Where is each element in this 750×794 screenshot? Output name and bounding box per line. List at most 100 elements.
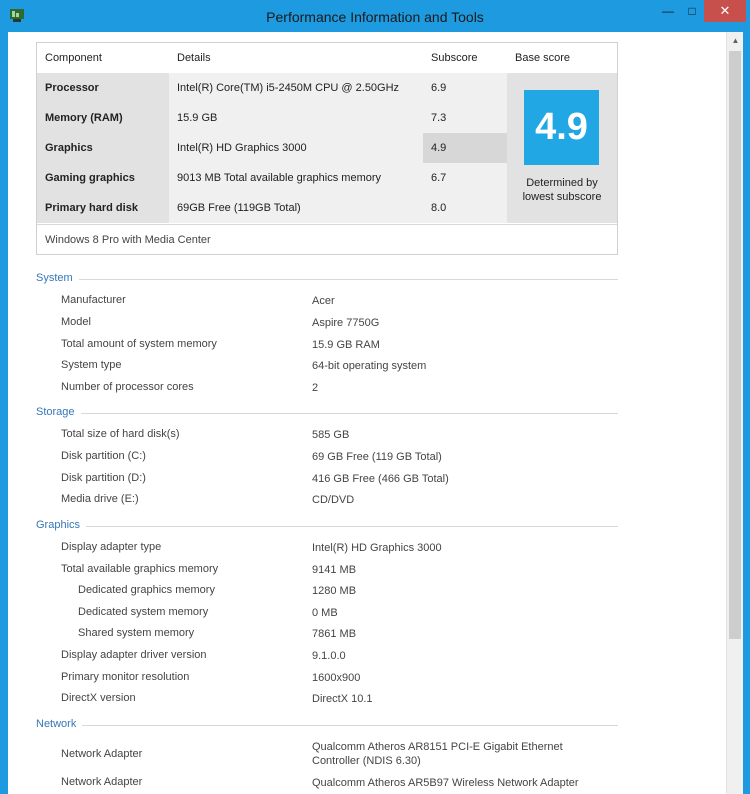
component-details: Intel(R) HD Graphics 3000 <box>169 133 423 163</box>
component-name: Gaming graphics <box>37 163 169 193</box>
property-value: 1600x900 <box>312 672 361 684</box>
property-value: 1280 MB <box>312 585 357 597</box>
content-pane: Component Details Subscore Base score Pr… <box>8 32 726 794</box>
component-subscore-lowest: 4.9 <box>423 133 507 163</box>
property-value: DirectX 10.1 <box>312 693 373 705</box>
property-label: Total available graphics memory <box>61 563 219 575</box>
component-subscore: 6.7 <box>423 163 507 193</box>
minimize-button[interactable]: — <box>656 0 680 22</box>
property-row: Number of processor cores 2 <box>8 378 726 398</box>
property-label: Display adapter driver version <box>61 649 207 661</box>
property-value: Acer <box>312 295 335 307</box>
section-divider <box>36 413 618 414</box>
score-row-processor: Processor Intel(R) Core(TM) i5-2450M CPU… <box>37 73 507 103</box>
base-score-panel: 4.9 Determined by lowest subscore <box>507 73 617 223</box>
close-button[interactable]: ✕ <box>704 0 746 22</box>
property-row: Total amount of system memory 15.9 GB RA… <box>8 335 726 355</box>
property-label: DirectX version <box>61 692 136 704</box>
scroll-up-arrow-icon[interactable]: ▲ <box>727 32 744 49</box>
property-row: Display adapter type Intel(R) HD Graphic… <box>8 538 726 558</box>
property-label: Dedicated graphics memory <box>78 584 215 596</box>
property-row: Total available graphics memory 9141 MB <box>8 560 726 580</box>
property-row: Shared system memory 7861 MB <box>8 624 726 644</box>
property-value: CD/DVD <box>312 494 355 506</box>
property-label: Disk partition (D:) <box>61 472 146 484</box>
component-name: Graphics <box>37 133 169 163</box>
property-row: Disk partition (C:) 69 GB Free (119 GB T… <box>8 447 726 467</box>
property-row: Manufacturer Acer <box>8 291 726 311</box>
section-title: Storage <box>36 406 81 418</box>
property-label: Network Adapter <box>61 776 143 788</box>
component-name: Processor <box>37 73 169 103</box>
property-label: Total amount of system memory <box>61 338 217 350</box>
property-label: Network Adapter <box>61 748 143 760</box>
component-subscore: 7.3 <box>423 103 507 133</box>
property-label: Manufacturer <box>61 294 126 306</box>
property-value: 9.1.0.0 <box>312 650 346 662</box>
property-value: Intel(R) HD Graphics 3000 <box>312 542 442 554</box>
component-details: 69GB Free (119GB Total) <box>169 193 423 223</box>
section-divider <box>36 526 618 527</box>
property-label: Primary monitor resolution <box>61 671 190 683</box>
vertical-scrollbar[interactable]: ▲ <box>726 32 743 794</box>
score-row-memory: Memory (RAM) 15.9 GB 7.3 <box>37 103 507 133</box>
component-subscore: 8.0 <box>423 193 507 223</box>
property-label: Media drive (E:) <box>61 493 139 505</box>
property-row: Total size of hard disk(s) 585 GB <box>8 425 726 445</box>
score-row-graphics: Graphics Intel(R) HD Graphics 3000 4.9 <box>37 133 507 163</box>
section-divider <box>36 279 618 280</box>
property-value: 9141 MB <box>312 564 357 576</box>
property-value: 64-bit operating system <box>312 360 427 372</box>
property-value-line2: Controller (NDIS 6.30) <box>312 755 421 767</box>
property-row: Dedicated system memory 0 MB <box>8 603 726 623</box>
base-score-note-line2: lowest subscore <box>522 191 602 203</box>
property-label: Disk partition (C:) <box>61 450 146 462</box>
property-value: 0 MB <box>312 607 338 619</box>
property-value: Aspire 7750G <box>312 317 380 329</box>
component-name: Memory (RAM) <box>37 103 169 133</box>
property-row: System type 64-bit operating system <box>8 356 726 376</box>
property-label: Display adapter type <box>61 541 162 553</box>
section-header-storage: Storage <box>36 406 618 420</box>
property-label: Model <box>61 316 91 328</box>
maximize-button[interactable]: □ <box>680 0 704 22</box>
property-value: 69 GB Free (119 GB Total) <box>312 451 442 463</box>
score-row-gaming-graphics: Gaming graphics 9013 MB Total available … <box>37 163 507 193</box>
window-border <box>743 32 750 794</box>
property-row: Network Adapter Qualcomm Atheros AR5B97 … <box>8 773 726 793</box>
window-title: Performance Information and Tools <box>266 9 484 25</box>
property-row: DirectX version DirectX 10.1 <box>8 689 726 709</box>
header-component: Component <box>45 52 102 64</box>
section-title: Network <box>36 718 83 730</box>
score-row-hard-disk: Primary hard disk 69GB Free (119GB Total… <box>37 193 507 223</box>
property-label: System type <box>61 359 122 371</box>
component-name: Primary hard disk <box>37 193 169 223</box>
section-header-network: Network <box>36 718 618 732</box>
title-bar[interactable]: Performance Information and Tools — □ ✕ <box>0 0 750 32</box>
windows-edition: Windows 8 Pro with Media Center <box>37 224 617 255</box>
component-subscore: 6.9 <box>423 73 507 103</box>
score-table: Component Details Subscore Base score Pr… <box>36 42 618 255</box>
property-value: Qualcomm Atheros AR5B97 Wireless Network… <box>312 777 579 789</box>
section-title: System <box>36 272 79 284</box>
property-label: Shared system memory <box>78 627 195 639</box>
property-value: 7861 MB <box>312 628 357 640</box>
property-value: Qualcomm Atheros AR8151 PCI-E Gigabit Et… <box>312 740 582 768</box>
property-value: 585 GB <box>312 429 350 441</box>
property-row: Media drive (E:) CD/DVD <box>8 490 726 510</box>
scroll-thumb[interactable] <box>729 51 741 639</box>
property-row: Disk partition (D:) 416 GB Free (466 GB … <box>8 469 726 489</box>
base-score-tile: 4.9 <box>524 90 599 165</box>
base-score-note-line1: Determined by <box>526 177 598 189</box>
property-label: Number of processor cores <box>61 381 194 393</box>
property-row: Model Aspire 7750G <box>8 313 726 333</box>
component-details: Intel(R) Core(TM) i5-2450M CPU @ 2.50GHz <box>169 73 423 103</box>
property-label: Total size of hard disk(s) <box>61 428 180 440</box>
property-value: 15.9 GB RAM <box>312 339 380 351</box>
component-details: 9013 MB Total available graphics memory <box>169 163 423 193</box>
section-title: Graphics <box>36 519 87 531</box>
property-row: Display adapter driver version 9.1.0.0 <box>8 646 726 666</box>
header-base-score: Base score <box>515 52 571 64</box>
section-header-system: System <box>36 272 618 286</box>
property-value: 2 <box>312 382 319 394</box>
